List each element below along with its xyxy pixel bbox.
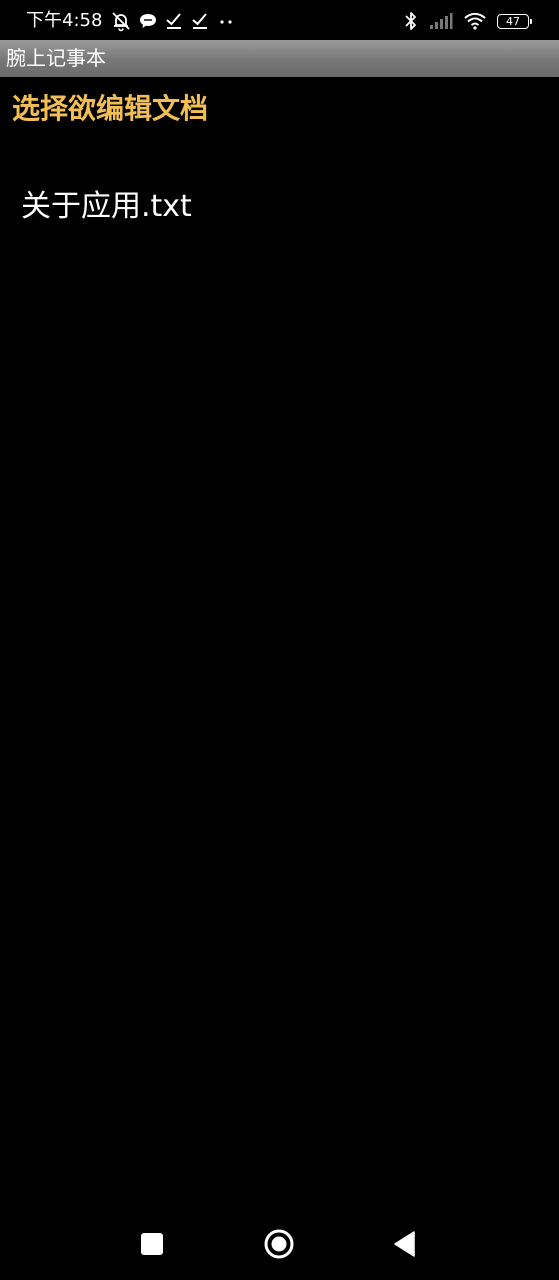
more-dots-icon <box>216 8 236 34</box>
back-button[interactable] <box>387 1226 423 1262</box>
app-title: 腕上记事本 <box>6 46 106 70</box>
check-icon <box>164 8 184 34</box>
mute-bell-icon <box>110 8 132 34</box>
file-item-label: 关于应用.txt <box>21 189 192 224</box>
wifi-icon <box>463 8 487 34</box>
bluetooth-icon <box>403 8 419 34</box>
status-right: 47 <box>393 8 532 34</box>
battery-outline: 47 <box>497 13 532 29</box>
back-triangle-icon <box>394 1231 415 1257</box>
battery-level: 47 <box>506 14 520 28</box>
status-left: 下午4:58 <box>26 8 242 34</box>
file-item[interactable]: 关于应用.txt <box>0 170 559 236</box>
battery-icon: 47 <box>497 8 532 34</box>
file-list: 关于应用.txt <box>0 170 559 236</box>
status-bar: 下午4:58 47 <box>0 0 559 40</box>
square-icon <box>141 1233 163 1255</box>
chat-bubble-icon <box>138 8 158 34</box>
app-title-bar: 腕上记事本 <box>0 40 559 77</box>
nav-bar <box>0 1206 559 1280</box>
home-button[interactable] <box>261 1226 297 1262</box>
recents-button[interactable] <box>134 1226 170 1262</box>
dialog-header: 选择欲编辑文档 <box>12 92 209 125</box>
status-time: 下午4:58 <box>26 10 103 31</box>
circle-icon <box>264 1229 294 1259</box>
signal-icon <box>429 8 453 34</box>
check-icon <box>190 8 210 34</box>
